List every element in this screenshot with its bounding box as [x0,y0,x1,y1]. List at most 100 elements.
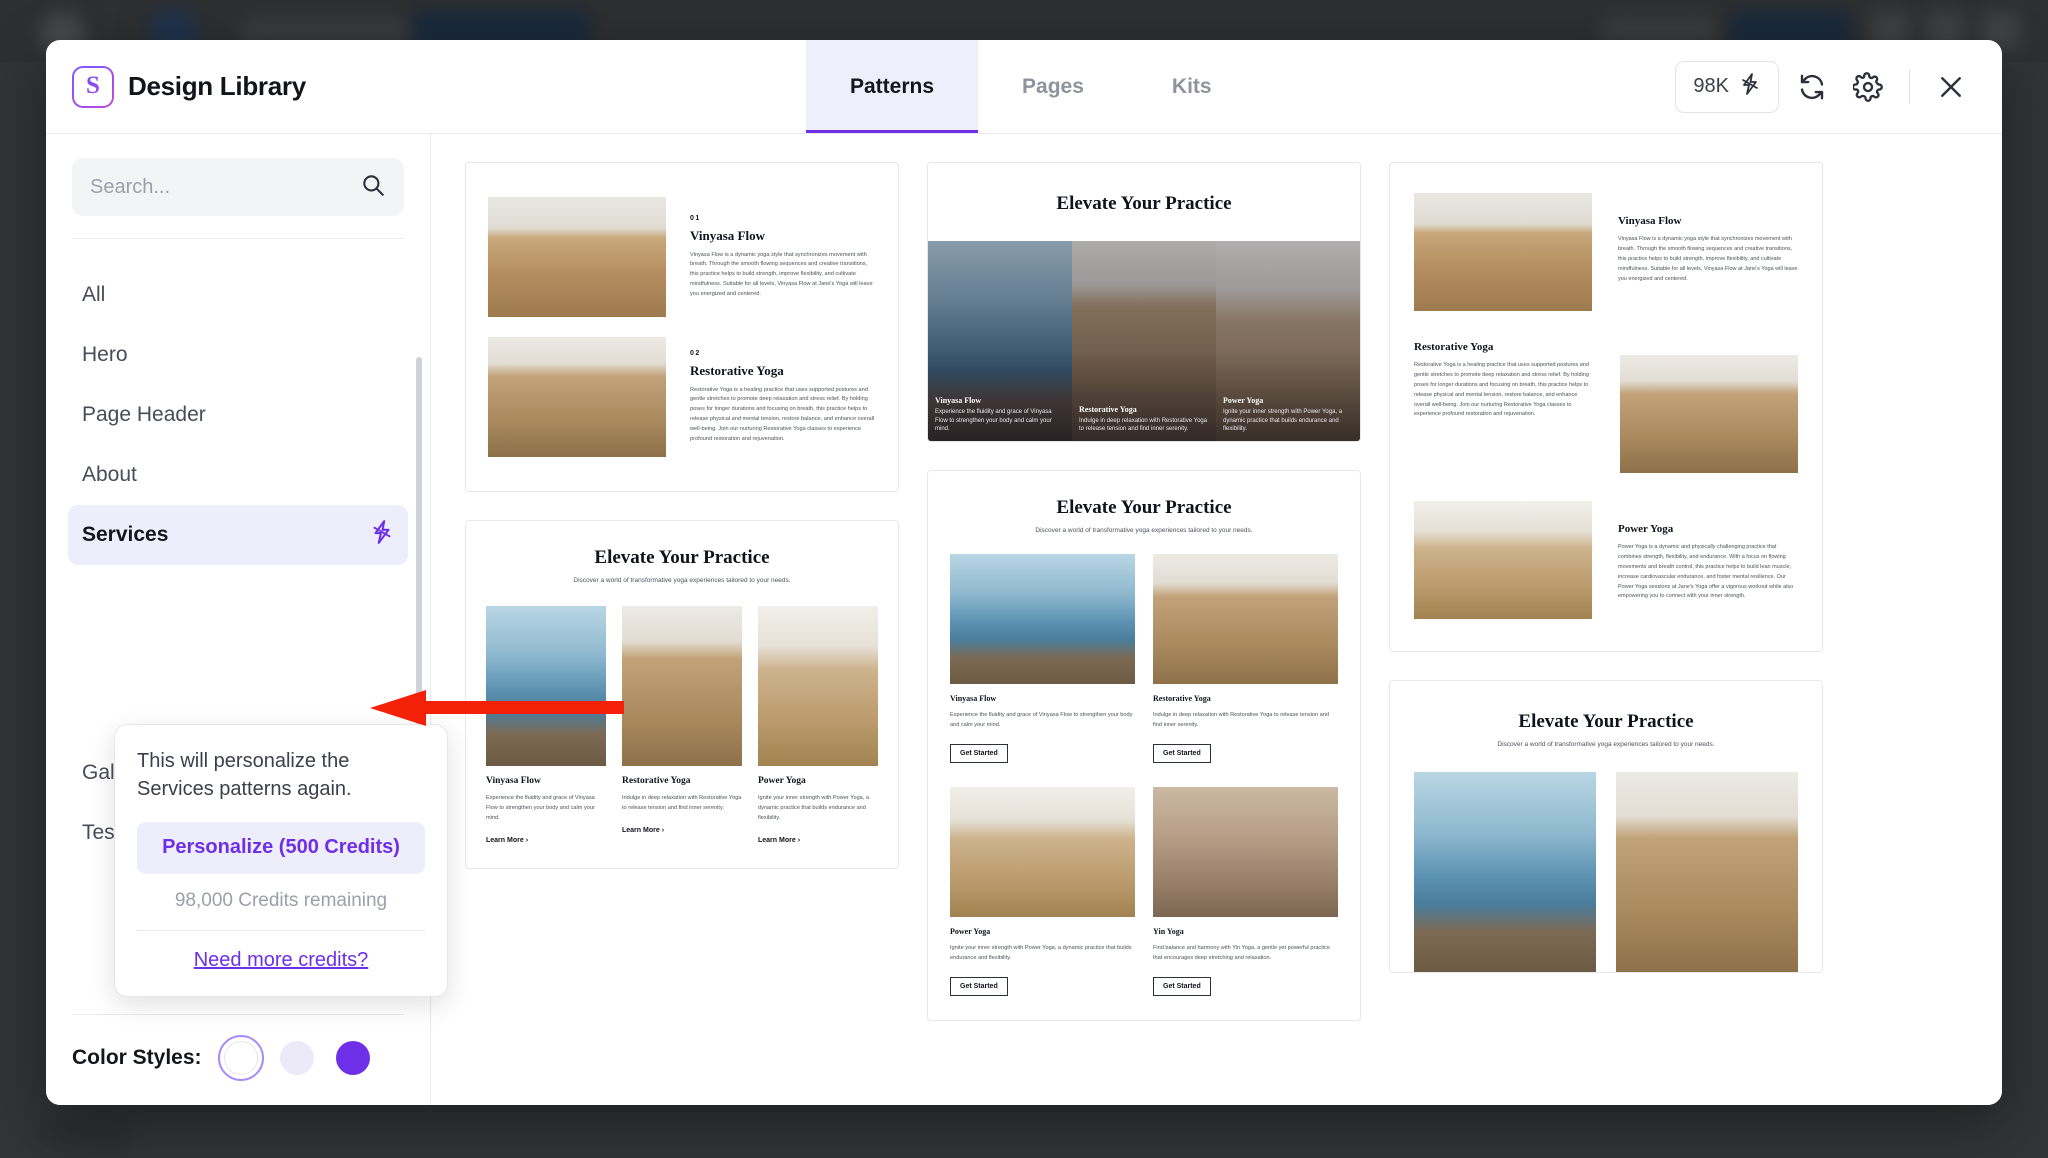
color-styles-row: Color Styles: [72,1014,404,1105]
tab-patterns[interactable]: Patterns [806,40,979,133]
pattern-eyebrow: 02 [690,349,701,357]
pattern-card-desc: Indulge in deep relaxation with Restorat… [622,795,742,812]
pattern-subheading: Discover a world of transformative yoga … [1497,741,1715,748]
get-started-button[interactable]: Get Started [1153,977,1211,997]
search-icon[interactable] [360,172,386,203]
gear-icon[interactable] [1845,64,1891,110]
sidebar-item-hero[interactable]: Hero [68,325,408,385]
learn-more-label: Learn More [622,827,660,835]
pattern-image [486,606,606,766]
pattern-heading: Elevate Your Practice [594,547,770,568]
close-icon[interactable] [1928,64,1974,110]
pattern-heading: Elevate Your Practice [1518,711,1694,732]
pattern-card-desc: Experience the fluidity and grace of Vin… [950,712,1133,729]
pattern-card-services-list[interactable]: 01 Vinyasa Flow Vinyasa Flow is a dynami… [465,162,899,492]
refresh-icon[interactable] [1789,64,1835,110]
pattern-card-desc: Indulge in deep relaxation with Restorat… [1153,712,1330,729]
tile-desc: Indulge in deep relaxation with Restorat… [1079,417,1208,433]
chevron-right-icon: › [525,837,529,845]
lightning-bolt-icon [1739,72,1761,102]
sidebar-item-label: About [82,463,137,486]
pattern-image [488,197,666,317]
modal-body: All Hero Page Header About Services [46,134,2002,1105]
pattern-card-two-by-two-get-started[interactable]: Elevate Your Practice Discover a world o… [927,470,1361,1022]
backdrop-blob [40,1120,130,1150]
pattern-card-title: Vinyasa Flow [950,694,997,703]
pattern-heading: Power Yoga [1618,523,1674,535]
learn-more-link[interactable]: Learn More › [758,837,878,844]
learn-more-label: Learn More [486,837,524,845]
pattern-card-two-up-preview[interactable]: Elevate Your Practice Discover a world o… [1389,680,1823,973]
tile-title: Restorative Yoga [1079,404,1137,414]
pattern-image [1616,772,1798,972]
pattern-image [1153,787,1338,918]
pattern-card-desc: Experience the fluidity and grace of Vin… [486,795,595,822]
design-library-logo-icon: S [72,65,114,108]
pattern-gallery: 01 Vinyasa Flow Vinyasa Flow is a dynami… [431,134,2002,1105]
pattern-body: Restorative Yoga is a healing practice t… [1414,362,1589,418]
pattern-card-title: Restorative Yoga [622,776,691,786]
tile-desc: Ignite your inner strength with Power Yo… [1223,408,1343,433]
pattern-subheading: Discover a world of transformative yoga … [1035,527,1253,534]
header-divider [1909,69,1910,104]
search-box[interactable] [72,158,404,216]
personalize-button[interactable]: Personalize (500 Credits) [137,821,425,874]
pattern-card-title: Power Yoga [758,776,806,786]
pattern-image [488,337,666,457]
page-title: Design Library [128,71,306,101]
credits-remaining-label: 98,000 Credits remaining [174,889,388,911]
pattern-heading: Elevate Your Practice [1056,193,1232,214]
pattern-card-desc: Ignite your inner strength with Power Yo… [950,945,1132,962]
gallery-column-1: 01 Vinyasa Flow Vinyasa Flow is a dynami… [465,162,899,870]
search-input[interactable] [90,175,360,199]
pattern-image [1153,554,1338,684]
need-more-credits-link[interactable]: Need more credits? [137,949,425,972]
credits-badge-label: 98K [1693,75,1729,97]
search-wrapper [46,134,430,216]
personalize-popover: This will personalize the Services patte… [114,724,448,997]
pattern-image [1620,355,1798,473]
pattern-card-overlay-tiles[interactable]: Elevate Your Practice Vinyasa Flow Exper… [927,162,1361,442]
sidebar: All Hero Page Header About Services [46,134,448,1105]
learn-more-link[interactable]: Learn More › [622,827,742,834]
pattern-image [622,606,742,766]
pattern-card-title: Vinyasa Flow [486,776,541,786]
tile-desc: Experience the fluidity and grace of Vin… [935,408,1052,433]
get-started-button[interactable]: Get Started [950,744,1008,764]
tab-pages[interactable]: Pages [978,40,1128,133]
color-swatch-purple[interactable] [335,1041,370,1075]
pattern-heading: Vinyasa Flow [690,227,765,243]
get-started-button[interactable]: Get Started [1153,744,1211,764]
pattern-image [950,787,1135,918]
pattern-card-title: Restorative Yoga [1153,694,1211,703]
pattern-card-alternating-services[interactable]: Vinyasa Flow Vinyasa Flow is a dynamic y… [1389,162,1823,652]
sidebar-item-label: Page Header [82,403,206,426]
learn-more-link[interactable]: Learn More › [486,837,606,844]
color-swatch-lavender[interactable] [279,1041,314,1075]
credits-badge[interactable]: 98K [1675,60,1779,113]
sidebar-item-page-header[interactable]: Page Header [68,385,408,445]
pattern-heading: Elevate Your Practice [1056,497,1232,518]
pattern-card-desc: Find balance and harmony with Yin Yoga, … [1153,945,1330,962]
gallery-column-3: Vinyasa Flow Vinyasa Flow is a dynamic y… [1389,162,1823,973]
tab-kits[interactable]: Kits [1128,40,1256,133]
learn-more-label: Learn More [758,837,796,845]
modal-header: S Design Library Patterns Pages Kits 98K [46,40,2002,134]
sidebar-item-services[interactable]: Services [68,505,408,565]
sidebar-item-label: Services [82,523,169,546]
pattern-image [950,554,1135,684]
pattern-body: Power Yoga is a dynamic and physically c… [1618,544,1794,600]
color-swatch-white[interactable] [217,1035,264,1081]
sidebar-item-about[interactable]: About [68,445,408,505]
sidebar-item-label: All [82,283,106,306]
pattern-tile: Power Yoga Ignite your inner strength wi… [1216,241,1360,441]
pattern-image [1414,501,1592,619]
sidebar-item-all[interactable]: All [68,265,408,325]
color-styles-label: Color Styles: [72,1046,202,1069]
lightning-bolt-icon[interactable] [370,519,394,551]
pattern-card-three-up-learn-more[interactable]: Elevate Your Practice Discover a world o… [465,520,899,870]
sidebar-item-label: Hero [82,343,128,366]
get-started-button[interactable]: Get Started [950,977,1008,997]
gallery-column-2: Elevate Your Practice Vinyasa Flow Exper… [927,162,1361,1022]
pattern-body: Restorative Yoga is a healing practice t… [690,386,875,442]
